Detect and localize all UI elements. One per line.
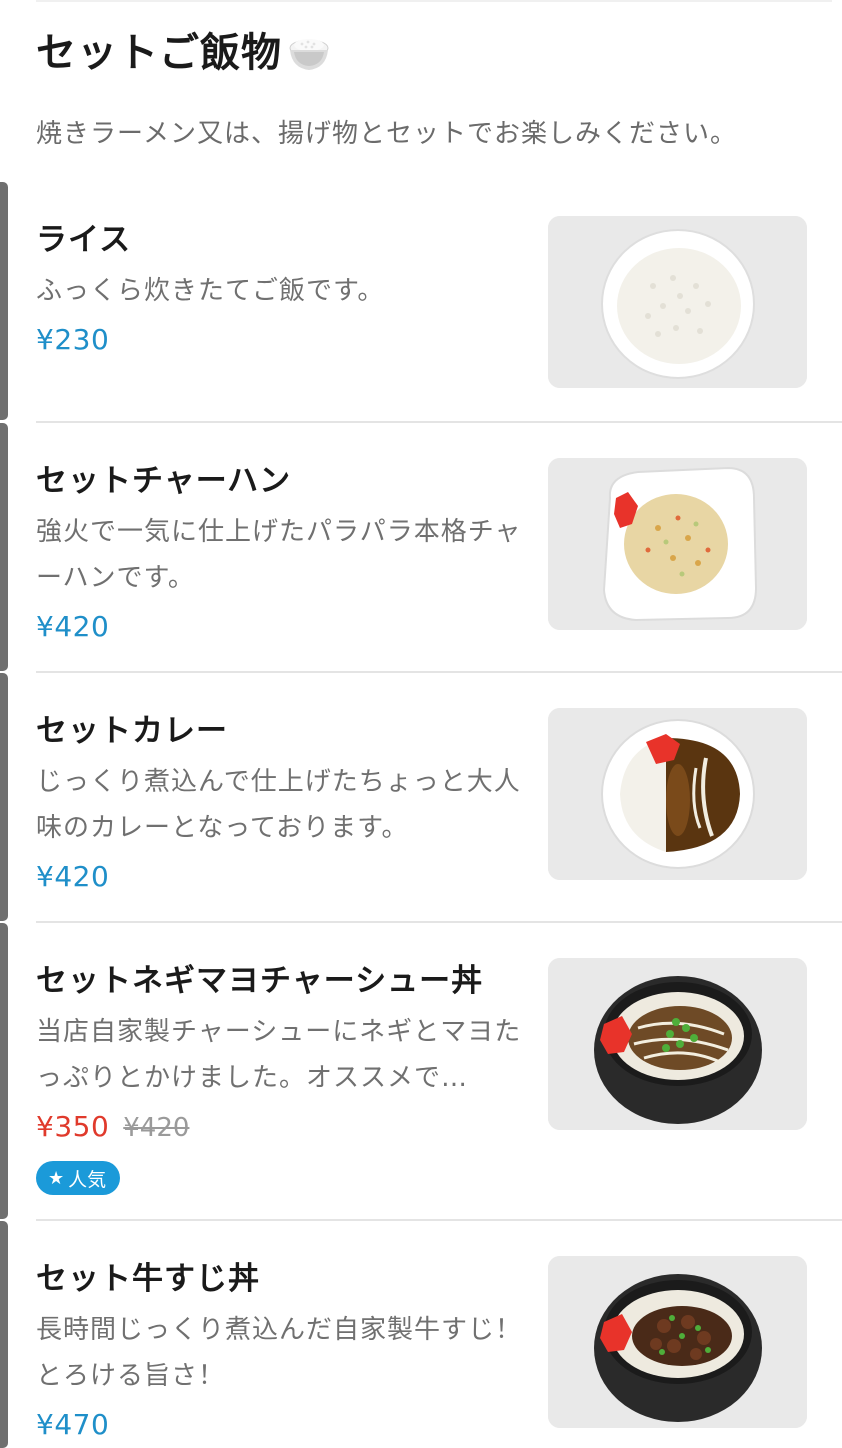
menu-item-gyusuji-don[interactable]: セット牛すじ丼 長時間じっくり煮込んだ自家製牛すじ！とろける旨さ！ ¥470	[0, 1221, 842, 1448]
item-price: ¥420	[36, 610, 110, 643]
curry-rice-photo[interactable]	[548, 708, 807, 880]
menu-item-chashu-don[interactable]: セットネギマヨチャーシュー丼 当店自家製チャーシューにネギとマヨたっぷりとかけま…	[0, 923, 842, 1221]
menu-item-curry[interactable]: セットカレー じっくり煮込んで仕上げたちょっと大人味のカレーとなっております。 …	[0, 673, 842, 923]
item-name: ライス	[36, 222, 132, 258]
item-description: 強火で一気に仕上げたパラパラ本格チャーハンです。	[36, 517, 522, 593]
item-price: ¥420	[36, 860, 110, 893]
item-sale-price: ¥350	[36, 1110, 110, 1143]
price-row: ¥420	[36, 853, 522, 901]
item-side-bar	[0, 673, 8, 921]
star-icon: ★	[48, 1167, 65, 1189]
item-price: ¥230	[36, 323, 110, 356]
price-row: ¥470	[36, 1401, 522, 1448]
item-text: セット牛すじ丼 長時間じっくり煮込んだ自家製牛すじ！とろける旨さ！ ¥470	[36, 1257, 522, 1448]
chashu-don-photo[interactable]	[548, 958, 807, 1130]
item-text: セットカレー じっくり煮込んで仕上げたちょっと大人味のカレーとなっております。 …	[36, 709, 522, 901]
item-name: セット牛すじ丼	[36, 1261, 260, 1297]
item-text: ライス ふっくら炊きたてご飯です。 ¥230	[36, 218, 522, 364]
top-divider	[36, 0, 832, 2]
price-row: ¥230	[36, 316, 522, 364]
item-side-bar	[0, 182, 8, 420]
rice-bowl-icon	[286, 30, 332, 76]
item-price: ¥470	[36, 1408, 110, 1441]
section-title-text: セットご飯物	[36, 30, 282, 76]
item-description: 当店自家製チャーシューにネギとマヨたっぷりとかけました。オススメで…	[36, 1017, 522, 1093]
item-text: セットネギマヨチャーシュー丼 当店自家製チャーシューにネギとマヨたっぷりとかけま…	[36, 959, 522, 1195]
menu-item-fried-rice[interactable]: セットチャーハン 強火で一気に仕上げたパラパラ本格チャーハンです。 ¥420	[0, 423, 842, 673]
item-side-bar	[0, 923, 8, 1219]
item-name: セットチャーハン	[36, 463, 292, 499]
item-description: じっくり煮込んで仕上げたちょっと大人味のカレーとなっております。	[36, 767, 521, 843]
menu-page: セットご飯物 焼きラーメン又は、揚げ物とセットでお楽しみください。 ライス ふっ…	[0, 0, 842, 1448]
rice-bowl-photo[interactable]	[548, 216, 807, 388]
item-description: 長時間じっくり煮込んだ自家製牛すじ！とろける旨さ！	[36, 1315, 523, 1391]
item-name: セットカレー	[36, 713, 228, 749]
item-side-bar	[0, 1221, 8, 1448]
gyusuji-don-photo[interactable]	[548, 1256, 807, 1428]
price-row: ¥420	[36, 603, 522, 651]
section-description: 焼きラーメン又は、揚げ物とセットでお楽しみください。	[36, 119, 737, 149]
fried-rice-photo[interactable]	[548, 458, 807, 630]
section-header: セットご飯物 焼きラーメン又は、揚げ物とセットでお楽しみください。	[36, 26, 822, 154]
badge-label: 人気	[68, 1168, 107, 1191]
section-title: セットご飯物	[36, 26, 822, 80]
item-side-bar	[0, 423, 8, 671]
price-row: ¥350 ¥420	[36, 1103, 522, 1151]
popular-badge: ★ 人気	[36, 1161, 121, 1195]
item-original-price: ¥420	[123, 1113, 190, 1143]
item-text: セットチャーハン 強火で一気に仕上げたパラパラ本格チャーハンです。 ¥420	[36, 459, 522, 651]
menu-item-rice[interactable]: ライス ふっくら炊きたてご飯です。 ¥230	[0, 182, 842, 422]
item-description: ふっくら炊きたてご飯です。	[36, 276, 385, 306]
item-name: セットネギマヨチャーシュー丼	[36, 963, 484, 999]
